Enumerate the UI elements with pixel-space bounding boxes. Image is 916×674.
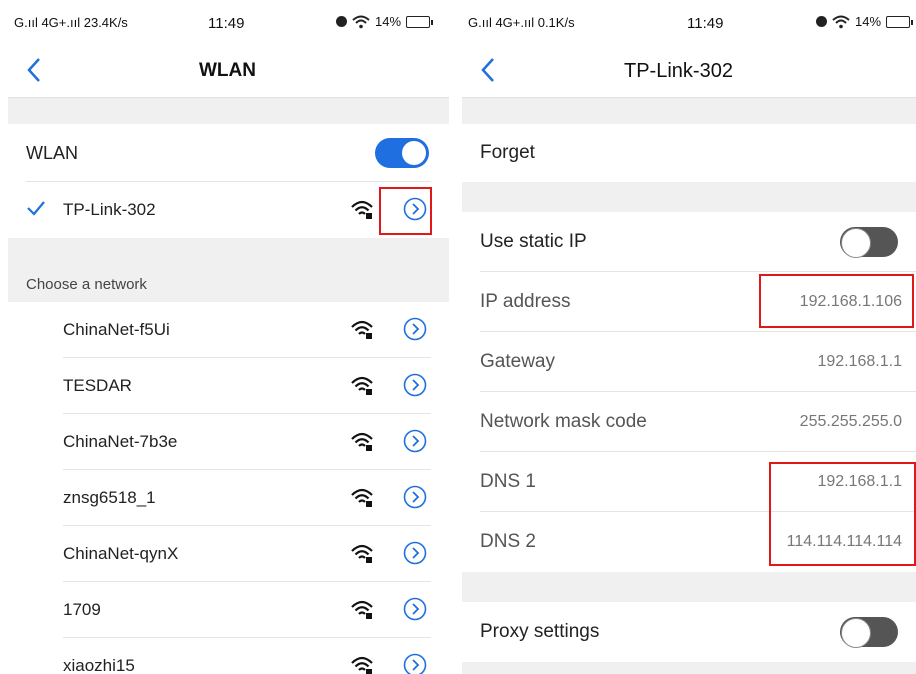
static-ip-toggle[interactable] bbox=[840, 227, 898, 258]
battery-percent: 14% bbox=[375, 14, 402, 29]
setting-key: Gateway bbox=[480, 351, 555, 372]
network-name: ChinaNet-f5Ui bbox=[63, 320, 170, 339]
wlan-toggle-row: WLAN bbox=[8, 124, 449, 182]
battery-percent: 14% bbox=[855, 14, 882, 29]
wifi-locked-icon bbox=[351, 200, 373, 219]
chevron-left-icon bbox=[27, 58, 40, 82]
wlan-toggle[interactable] bbox=[375, 138, 429, 168]
section-title: Choose a network bbox=[26, 276, 147, 293]
wifi-locked-icon bbox=[351, 656, 373, 674]
checkmark-icon bbox=[27, 201, 45, 216]
network-list-item[interactable]: ChinaNet-f5Ui bbox=[8, 302, 449, 358]
status-bar: G.ııl 4G+.ııl 0.1K/s 11:49 14% bbox=[462, 0, 916, 48]
page-title: TP-Link-302 bbox=[624, 60, 733, 82]
network-details-screen: G.ııl 4G+.ııl 0.1K/s 11:49 14% TP-Link-3… bbox=[462, 0, 916, 674]
chevron-left-icon bbox=[481, 58, 494, 82]
nav-bar: WLAN bbox=[8, 48, 449, 98]
network-list-item[interactable]: 1709 bbox=[8, 582, 449, 638]
network-name: znsg6518_1 bbox=[63, 488, 156, 507]
network-name: ChinaNet-qynX bbox=[63, 544, 179, 563]
spacer bbox=[462, 572, 916, 602]
status-bar: G.ııl 4G+.ııl 23.4K/s 11:49 14% bbox=[8, 0, 449, 48]
static-ip-row: Use static IP bbox=[462, 212, 916, 272]
network-details-button[interactable] bbox=[403, 597, 427, 621]
network-details-button[interactable] bbox=[403, 373, 427, 397]
ip-setting-row[interactable]: Network mask code 255.255.255.0 bbox=[462, 392, 916, 452]
setting-value: 255.255.255.0 bbox=[799, 413, 902, 430]
back-button[interactable] bbox=[480, 56, 504, 86]
wifi-locked-icon bbox=[351, 600, 373, 619]
network-details-button[interactable] bbox=[403, 653, 427, 674]
network-details-button[interactable] bbox=[403, 317, 427, 341]
spacer bbox=[8, 98, 449, 124]
network-details-button[interactable] bbox=[403, 541, 427, 565]
status-indicators: 14% bbox=[816, 14, 914, 29]
network-details-button[interactable] bbox=[403, 485, 427, 509]
wlan-list-screen: G.ııl 4G+.ııl 23.4K/s 11:49 14% WLAN WLA… bbox=[8, 0, 449, 674]
alarm-icon bbox=[336, 16, 347, 27]
static-ip-label: Use static IP bbox=[480, 231, 587, 252]
spacer bbox=[462, 182, 916, 212]
wifi-status-icon bbox=[832, 15, 850, 28]
highlight-box-dns bbox=[769, 462, 916, 566]
wifi-locked-icon bbox=[351, 432, 373, 451]
wifi-locked-icon bbox=[351, 488, 373, 507]
proxy-row: Proxy settings bbox=[462, 602, 916, 662]
setting-key: Network mask code bbox=[480, 411, 647, 432]
highlight-box bbox=[379, 187, 432, 235]
section-header: Choose a network bbox=[8, 238, 449, 302]
alarm-icon bbox=[816, 16, 827, 27]
network-details-button[interactable] bbox=[403, 429, 427, 453]
setting-key: IP address bbox=[480, 291, 571, 312]
wlan-label: WLAN bbox=[26, 142, 79, 163]
page-title: WLAN bbox=[199, 60, 256, 81]
network-name: ChinaNet-7b3e bbox=[63, 432, 178, 451]
network-name: xiaozhi15 bbox=[63, 656, 135, 674]
network-list-item[interactable]: ChinaNet-7b3e bbox=[8, 414, 449, 470]
connected-network-name: TP-Link-302 bbox=[63, 200, 156, 219]
wifi-locked-icon bbox=[351, 544, 373, 563]
ip-setting-row[interactable]: Gateway 192.168.1.1 bbox=[462, 332, 916, 392]
status-indicators: 14% bbox=[336, 14, 434, 29]
setting-key: DNS 1 bbox=[480, 471, 536, 492]
wifi-locked-icon bbox=[351, 320, 373, 339]
spacer bbox=[462, 98, 916, 124]
network-list-item[interactable]: xiaozhi15 bbox=[8, 638, 449, 674]
proxy-label: Proxy settings bbox=[480, 621, 600, 642]
network-list-item[interactable]: ChinaNet-qynX bbox=[8, 526, 449, 582]
forget-row[interactable]: Forget bbox=[462, 124, 916, 182]
network-list: ChinaNet-f5Ui TESDAR ChinaNet-7b3e znsg6518… bbox=[8, 302, 449, 674]
status-time: 11:49 bbox=[687, 15, 724, 32]
nav-bar: TP-Link-302 bbox=[462, 48, 916, 98]
setting-value: 192.168.1.1 bbox=[817, 353, 902, 370]
signal-status: G.ııl 4G+.ııl 23.4K/s bbox=[14, 15, 128, 30]
network-name: TESDAR bbox=[63, 376, 132, 395]
battery-icon bbox=[886, 15, 914, 28]
back-button[interactable] bbox=[26, 56, 50, 86]
setting-key: DNS 2 bbox=[480, 531, 536, 552]
network-name: 1709 bbox=[63, 600, 101, 619]
wifi-locked-icon bbox=[351, 376, 373, 395]
signal-status: G.ııl 4G+.ııl 0.1K/s bbox=[468, 15, 575, 30]
network-list-item[interactable]: znsg6518_1 bbox=[8, 470, 449, 526]
highlight-box-ip bbox=[759, 274, 914, 328]
proxy-toggle[interactable] bbox=[840, 617, 898, 648]
forget-button[interactable]: Forget bbox=[480, 142, 535, 164]
wifi-status-icon bbox=[352, 15, 370, 28]
status-time: 11:49 bbox=[208, 15, 245, 32]
battery-icon bbox=[406, 15, 434, 28]
network-list-item[interactable]: TESDAR bbox=[8, 358, 449, 414]
